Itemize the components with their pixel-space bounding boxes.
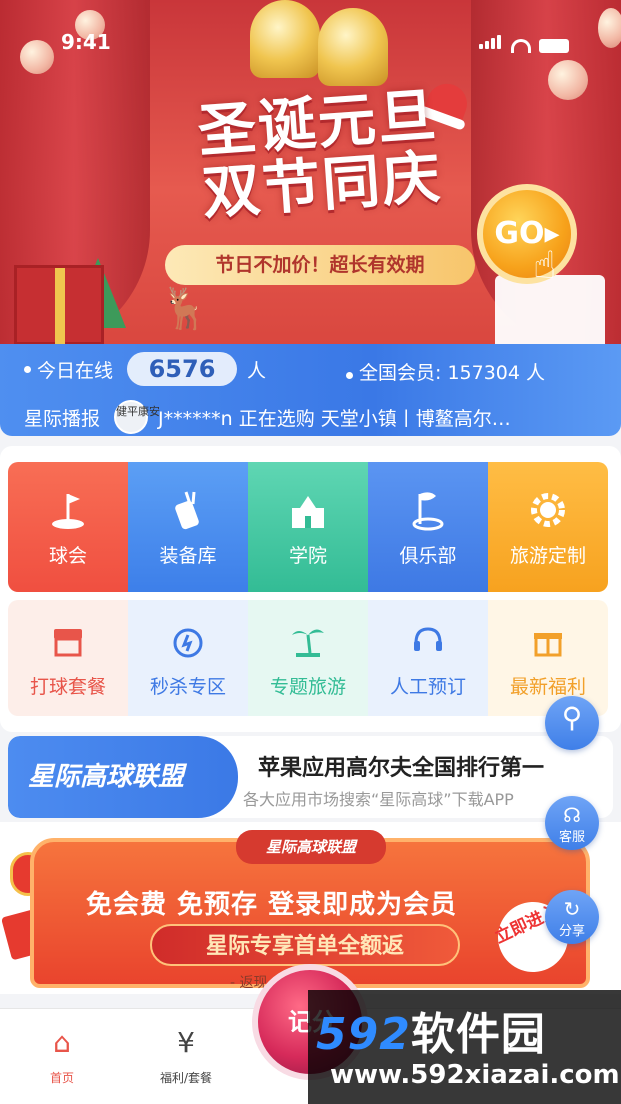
wifi-icon — [511, 39, 531, 53]
academy-icon — [285, 487, 331, 533]
broadcast-ticker[interactable]: 星际播报 健平康安 J******n 正在选购 天堂小镇丨博鳌高尔… — [24, 400, 604, 434]
alliance-title: 苹果应用高尔夫全国排行第一 — [258, 756, 545, 781]
reindeer-icon: 🦌 — [160, 286, 210, 332]
members-stat: 全国会员: 157304 人 — [346, 358, 545, 385]
online-label: 今日在线 — [37, 359, 114, 382]
alliance-subtitle: 各大应用市场搜索“星际高球”下载APP — [243, 790, 514, 809]
signal-icon — [479, 34, 503, 53]
golf-flag-icon — [45, 487, 91, 533]
online-count: 6576 — [127, 352, 238, 386]
flag-icon — [405, 487, 451, 533]
grid-item-travel[interactable]: 旅游定制 — [488, 462, 608, 592]
grid-item-golf-package[interactable]: 打球套餐 — [8, 600, 128, 716]
home-icon: ⌂ — [53, 1026, 71, 1059]
search-button[interactable]: ⚲ — [545, 696, 599, 750]
watermark-url: www.592xiazai.com — [330, 1060, 620, 1090]
battery-icon — [539, 39, 569, 53]
go-button[interactable]: GO▸ — [477, 184, 577, 284]
category-grid-card: 球会 装备库 学院 俱乐部 旅游定制 打球套餐 秒杀专区 专题旅游 人工预订 最… — [0, 446, 621, 732]
promo-tag: 星际高球联盟 — [236, 830, 386, 864]
headset-icon: ☊ — [563, 803, 581, 827]
alarm-icon — [165, 618, 211, 664]
grid-item-academy[interactable]: 学院 — [248, 462, 368, 592]
promo-offer: 星际专享首单全额返 — [150, 924, 460, 966]
watermark-brand: 592软件园 — [316, 1009, 546, 1060]
alliance-banner[interactable]: 星际高球联盟 苹果应用高尔夫全国排行第一 各大应用市场搜索“星际高球”下载APP — [8, 736, 613, 818]
shop-icon — [45, 618, 91, 664]
golf-bag-icon — [165, 487, 211, 533]
banner-headline: 圣诞元旦 双节同庆 — [195, 80, 445, 228]
nav-welfare[interactable]: ¥ 福利/套餐 — [146, 1023, 226, 1086]
palm-icon — [285, 618, 331, 664]
alliance-logo: 星际高球联盟 — [8, 736, 238, 818]
promo-headline: 免会费 免预存 登录即成为会员 — [86, 890, 458, 920]
category-grid-row1: 球会 装备库 学院 俱乐部 旅游定制 — [8, 462, 608, 592]
watermark: 592软件园 www.592xiazai.com — [308, 990, 621, 1104]
broadcast-text: J******n 正在选购 天堂小镇丨博鳌高尔… — [158, 407, 511, 430]
grid-item-club[interactable]: 俱乐部 — [368, 462, 488, 592]
gear-icon — [525, 487, 571, 533]
grid-item-manual-booking[interactable]: 人工预订 — [368, 600, 488, 716]
online-unit: 人 — [247, 359, 267, 382]
wallet-icon: ¥ — [177, 1026, 195, 1059]
stats-bar: 今日在线 6576 人 全国会员: 157304 人 星际播报 健平康安 J**… — [0, 344, 621, 436]
gift-icon — [525, 618, 571, 664]
status-icons — [479, 34, 569, 53]
avatar: 健平康安 — [114, 400, 160, 434]
category-grid-row2: 打球套餐 秒杀专区 专题旅游 人工预订 最新福利 — [8, 600, 608, 716]
grid-item-equipment[interactable]: 装备库 — [128, 462, 248, 592]
grid-item-golf-course[interactable]: 球会 — [8, 462, 128, 592]
online-stat: 今日在线 6576 人 — [24, 352, 266, 386]
gift-box — [14, 265, 104, 345]
grid-item-theme-travel[interactable]: 专题旅游 — [248, 600, 368, 716]
broadcast-label: 星际播报 — [24, 407, 101, 430]
status-time: 9:41 — [61, 30, 111, 54]
share-icon: ↻ — [563, 897, 581, 921]
status-bar: 9:41 — [0, 0, 621, 86]
share-button[interactable]: ↻ 分享 — [545, 890, 599, 944]
banner-subtitle: 节日不加价！超长有效期 — [165, 245, 475, 285]
customer-service-button[interactable]: ☊ 客服 — [545, 796, 599, 850]
grid-item-flash-sale[interactable]: 秒杀专区 — [128, 600, 248, 716]
search-icon: ⚲ — [561, 701, 583, 734]
headset-icon — [405, 618, 451, 664]
hand-pointer-icon: ☝ — [533, 243, 557, 287]
nav-home[interactable]: ⌂ 首页 — [22, 1023, 102, 1086]
